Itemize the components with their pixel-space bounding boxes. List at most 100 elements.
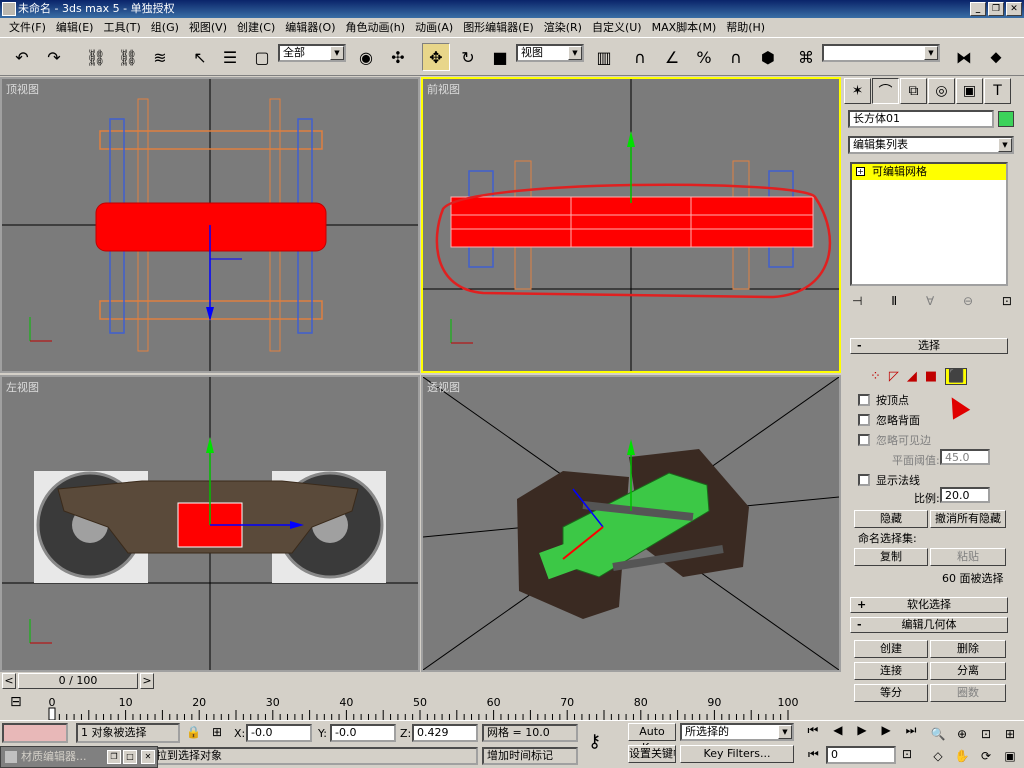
restore-button[interactable]: ❐ bbox=[107, 750, 121, 764]
prev-frame-button[interactable]: < bbox=[2, 673, 16, 689]
absolute-mode-icon[interactable]: ⊞ bbox=[212, 725, 222, 739]
by-vertex-checkbox[interactable]: 按顶点 bbox=[858, 392, 909, 408]
menu-item[interactable]: 编辑(E) bbox=[51, 18, 99, 37]
viewport-front[interactable]: 前视图 bbox=[421, 77, 841, 373]
show-normals-checkbox[interactable]: 显示法线 bbox=[858, 472, 920, 488]
scale-icon[interactable]: ■ bbox=[486, 43, 514, 71]
object-color-swatch[interactable] bbox=[998, 111, 1014, 127]
ignore-backfacing-checkbox[interactable]: 忽略背面 bbox=[858, 412, 920, 428]
maximize-button[interactable]: ❐ bbox=[988, 2, 1004, 16]
detach-button[interactable]: 分离 bbox=[930, 662, 1006, 680]
lock-selection-icon[interactable]: 🔒 bbox=[186, 725, 201, 739]
viewport-label[interactable]: 左视图 bbox=[6, 379, 39, 395]
edit-named-selections-icon[interactable]: ⬢ bbox=[754, 43, 782, 71]
set-key-button[interactable]: 设置关键帧 bbox=[628, 745, 676, 763]
menu-item[interactable]: 创建(C) bbox=[232, 18, 280, 37]
maxscript-listener[interactable] bbox=[2, 723, 68, 743]
app-icon[interactable] bbox=[2, 2, 16, 16]
pin-stack-icon[interactable]: ⊣ bbox=[852, 294, 862, 314]
configure-modifier-sets-icon[interactable]: ⊡ bbox=[1002, 294, 1012, 314]
viewport-label[interactable]: 顶视图 bbox=[6, 81, 39, 97]
redo-icon[interactable]: ↷ bbox=[40, 43, 68, 71]
make-unique-icon[interactable]: ∀ bbox=[926, 294, 934, 314]
next-frame-icon[interactable]: ▶ bbox=[882, 723, 891, 743]
mirror-icon[interactable]: ⧓ bbox=[950, 43, 978, 71]
delete-button[interactable]: 删除 bbox=[930, 640, 1006, 658]
reference-coord-select[interactable]: 视图 ▼ bbox=[516, 44, 584, 62]
menu-item[interactable]: 工具(T) bbox=[98, 18, 145, 37]
stack-item-editable-mesh[interactable]: + 可编辑网格 bbox=[852, 164, 1006, 180]
zoom-icon[interactable]: 🔍 bbox=[931, 727, 946, 741]
modify-tab-icon[interactable]: ⌒ bbox=[872, 78, 899, 104]
modifier-list-select[interactable]: 编辑集列表 ▼ bbox=[848, 136, 1014, 154]
hide-button[interactable]: 隐藏 bbox=[854, 510, 928, 528]
move-icon[interactable]: ✥ bbox=[422, 43, 450, 71]
link-icon[interactable]: ⛓ bbox=[82, 43, 110, 71]
go-to-start-icon[interactable]: ⏮ bbox=[807, 723, 818, 743]
time-config-icon[interactable]: ⊡ bbox=[902, 747, 912, 761]
field-of-view-icon[interactable]: ◇ bbox=[933, 749, 942, 763]
close-button[interactable]: ✕ bbox=[141, 750, 155, 764]
modifier-stack[interactable]: + 可编辑网格 bbox=[850, 162, 1008, 286]
viewport-label[interactable]: 前视图 bbox=[427, 81, 460, 97]
divide-button[interactable]: 等分 bbox=[854, 684, 928, 702]
menu-item[interactable]: 编辑器(O) bbox=[280, 18, 340, 37]
current-frame-input[interactable]: 0 bbox=[826, 746, 896, 764]
face-icon[interactable]: ◢ bbox=[907, 369, 917, 384]
percent-snap-icon[interactable]: % bbox=[690, 43, 718, 71]
auto-key-button[interactable]: Auto Key bbox=[628, 723, 676, 754]
remove-modifier-icon[interactable]: ⊖ bbox=[963, 294, 973, 314]
go-to-end-icon[interactable]: ⏭ bbox=[906, 723, 917, 743]
z-coordinate-input[interactable]: 0.429 bbox=[412, 724, 478, 742]
attach-button[interactable]: 连接 bbox=[854, 662, 928, 680]
menu-item[interactable]: 动画(A) bbox=[410, 18, 458, 37]
add-time-tag[interactable]: 增加时间标记 bbox=[482, 747, 578, 765]
key-mode-toggle-icon[interactable]: ⏮ bbox=[808, 747, 819, 762]
unlink-icon[interactable]: ⛓ bbox=[114, 43, 142, 71]
set-key-icon[interactable]: ⚷ bbox=[588, 731, 601, 752]
menu-item[interactable]: 角色动画(h) bbox=[341, 18, 411, 37]
align-icon[interactable]: ⬥ bbox=[982, 43, 1010, 71]
menu-item[interactable]: 文件(F) bbox=[4, 18, 51, 37]
unhide-all-button[interactable]: 撤消所有隐藏 bbox=[930, 510, 1006, 528]
display-tab-icon[interactable]: ▣ bbox=[956, 78, 983, 104]
planar-thresh-input[interactable]: 45.0 bbox=[940, 449, 990, 465]
region-select-icon[interactable]: ▢ bbox=[248, 43, 276, 71]
edge-icon[interactable]: ◸ bbox=[889, 369, 899, 384]
select-by-name-icon[interactable]: ☰ bbox=[216, 43, 244, 71]
bind-spacewarp-icon[interactable]: ≋ bbox=[146, 43, 174, 71]
menu-item[interactable]: 渲染(R) bbox=[539, 18, 587, 37]
x-coordinate-input[interactable]: -0.0 bbox=[246, 724, 312, 742]
menu-item[interactable]: 视图(V) bbox=[184, 18, 232, 37]
zoom-extents-icon[interactable]: ⊡ bbox=[981, 727, 991, 741]
create-tab-icon[interactable]: ✶ bbox=[844, 78, 871, 104]
pan-icon[interactable]: ✋ bbox=[955, 749, 970, 763]
paste-button[interactable]: 粘贴 bbox=[930, 548, 1006, 566]
scale-input[interactable]: 20.0 bbox=[940, 487, 990, 503]
rotate-icon[interactable]: ↻ bbox=[454, 43, 482, 71]
maximize-viewport-icon[interactable]: ▣ bbox=[1004, 749, 1015, 763]
create-button[interactable]: 创建 bbox=[854, 640, 928, 658]
viewport-perspective[interactable]: 透视图 bbox=[421, 375, 841, 672]
object-name-input[interactable]: 长方体01 bbox=[848, 110, 994, 128]
polygon-icon[interactable]: ■ bbox=[925, 369, 937, 384]
viewport-label[interactable]: 透视图 bbox=[427, 379, 460, 395]
key-filters-button[interactable]: Key Filters... bbox=[680, 745, 794, 763]
angle-snap-icon[interactable]: ∠ bbox=[658, 43, 686, 71]
ignore-visible-edges-checkbox[interactable]: 忽略可见边 bbox=[858, 432, 931, 448]
spinner-snap-icon[interactable]: ∩ bbox=[722, 43, 750, 71]
abc-selection-icon[interactable]: ⌘ bbox=[792, 43, 820, 71]
arc-rotate-icon[interactable]: ⟳ bbox=[981, 749, 991, 763]
menu-item[interactable]: MAX脚本(M) bbox=[647, 18, 722, 37]
viewport-top[interactable]: 顶视图 bbox=[0, 77, 420, 373]
named-selection-set-select[interactable]: ▼ bbox=[822, 44, 940, 62]
select-move-target-icon[interactable]: ◉ bbox=[352, 43, 380, 71]
element-icon[interactable]: ⬛ bbox=[945, 367, 968, 385]
play-icon[interactable]: ▶ bbox=[857, 723, 866, 743]
edit-geometry-rollout-header[interactable]: - 编辑几何体 bbox=[850, 617, 1008, 633]
menu-item[interactable]: 图形编辑器(E) bbox=[458, 18, 539, 37]
select-arrow-icon[interactable]: ↖ bbox=[186, 43, 214, 71]
motion-tab-icon[interactable]: ◎ bbox=[928, 78, 955, 104]
undo-icon[interactable]: ↶ bbox=[8, 43, 36, 71]
selection-rollout-header[interactable]: - 选择 bbox=[850, 338, 1008, 354]
